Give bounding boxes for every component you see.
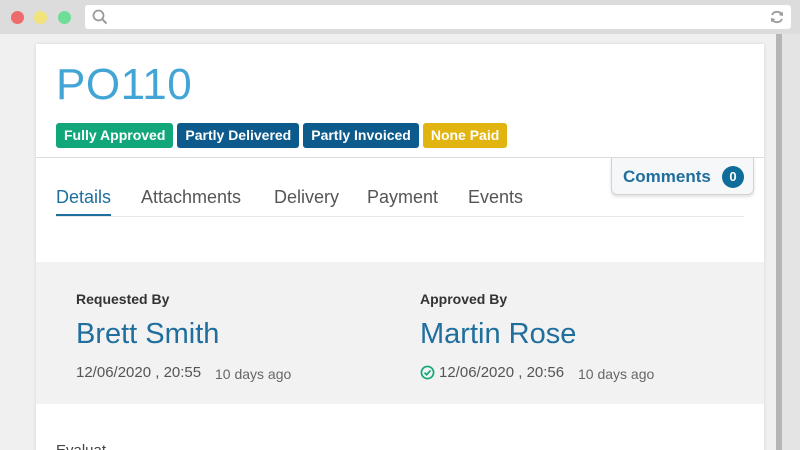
page-title: PO110 [56,60,193,109]
tab-details[interactable]: Details [56,187,111,208]
maximize-window-button[interactable] [58,11,71,24]
tab-events[interactable]: Events [468,187,523,208]
purchase-order-card: PO110 Fully Approved Partly Delivered Pa… [36,44,764,450]
status-badges: Fully Approved Partly Delivered Partly I… [56,123,508,148]
status-badge-payment: None Paid [422,123,508,148]
requested-relative-time: 10 days ago [215,366,292,382]
reload-icon[interactable] [769,9,785,30]
address-bar[interactable] [85,5,791,29]
requested-date: 12/06/2020 , 20:55 [76,364,202,381]
approved-by-name[interactable]: Martin Rose [420,318,576,351]
search-icon [92,9,108,30]
approved-by-label: Approved By [420,291,508,307]
requested-by-label: Requested By [76,291,170,307]
approved-date: 12/06/2020 , 20:56 [439,364,565,381]
check-circle-icon [420,365,435,385]
scrollbar-thumb[interactable] [776,34,782,450]
status-badge-approval: Fully Approved [56,123,174,148]
evaluation-section-heading: Evaluat [56,442,106,450]
approved-relative-time: 10 days ago [578,366,655,382]
status-badge-delivery: Partly Delivered [177,123,300,148]
requested-by-name[interactable]: Brett Smith [76,318,219,351]
browser-toolbar [0,0,800,34]
page-viewport: PO110 Fully Approved Partly Delivered Pa… [0,34,776,450]
status-badge-invoice: Partly Invoiced [303,123,419,148]
close-window-button[interactable] [11,11,24,24]
minimize-window-button[interactable] [34,11,47,24]
tab-attachments[interactable]: Attachments [141,187,241,208]
tab-bar: Details Attachments Delivery Payment Eve… [56,182,744,217]
page-scrollbar[interactable] [776,34,800,450]
approval-info-panel: Requested By Brett Smith 12/06/2020 , 20… [36,262,764,404]
active-tab-indicator [56,214,111,216]
tab-payment[interactable]: Payment [367,187,438,208]
tab-delivery[interactable]: Delivery [274,187,339,208]
